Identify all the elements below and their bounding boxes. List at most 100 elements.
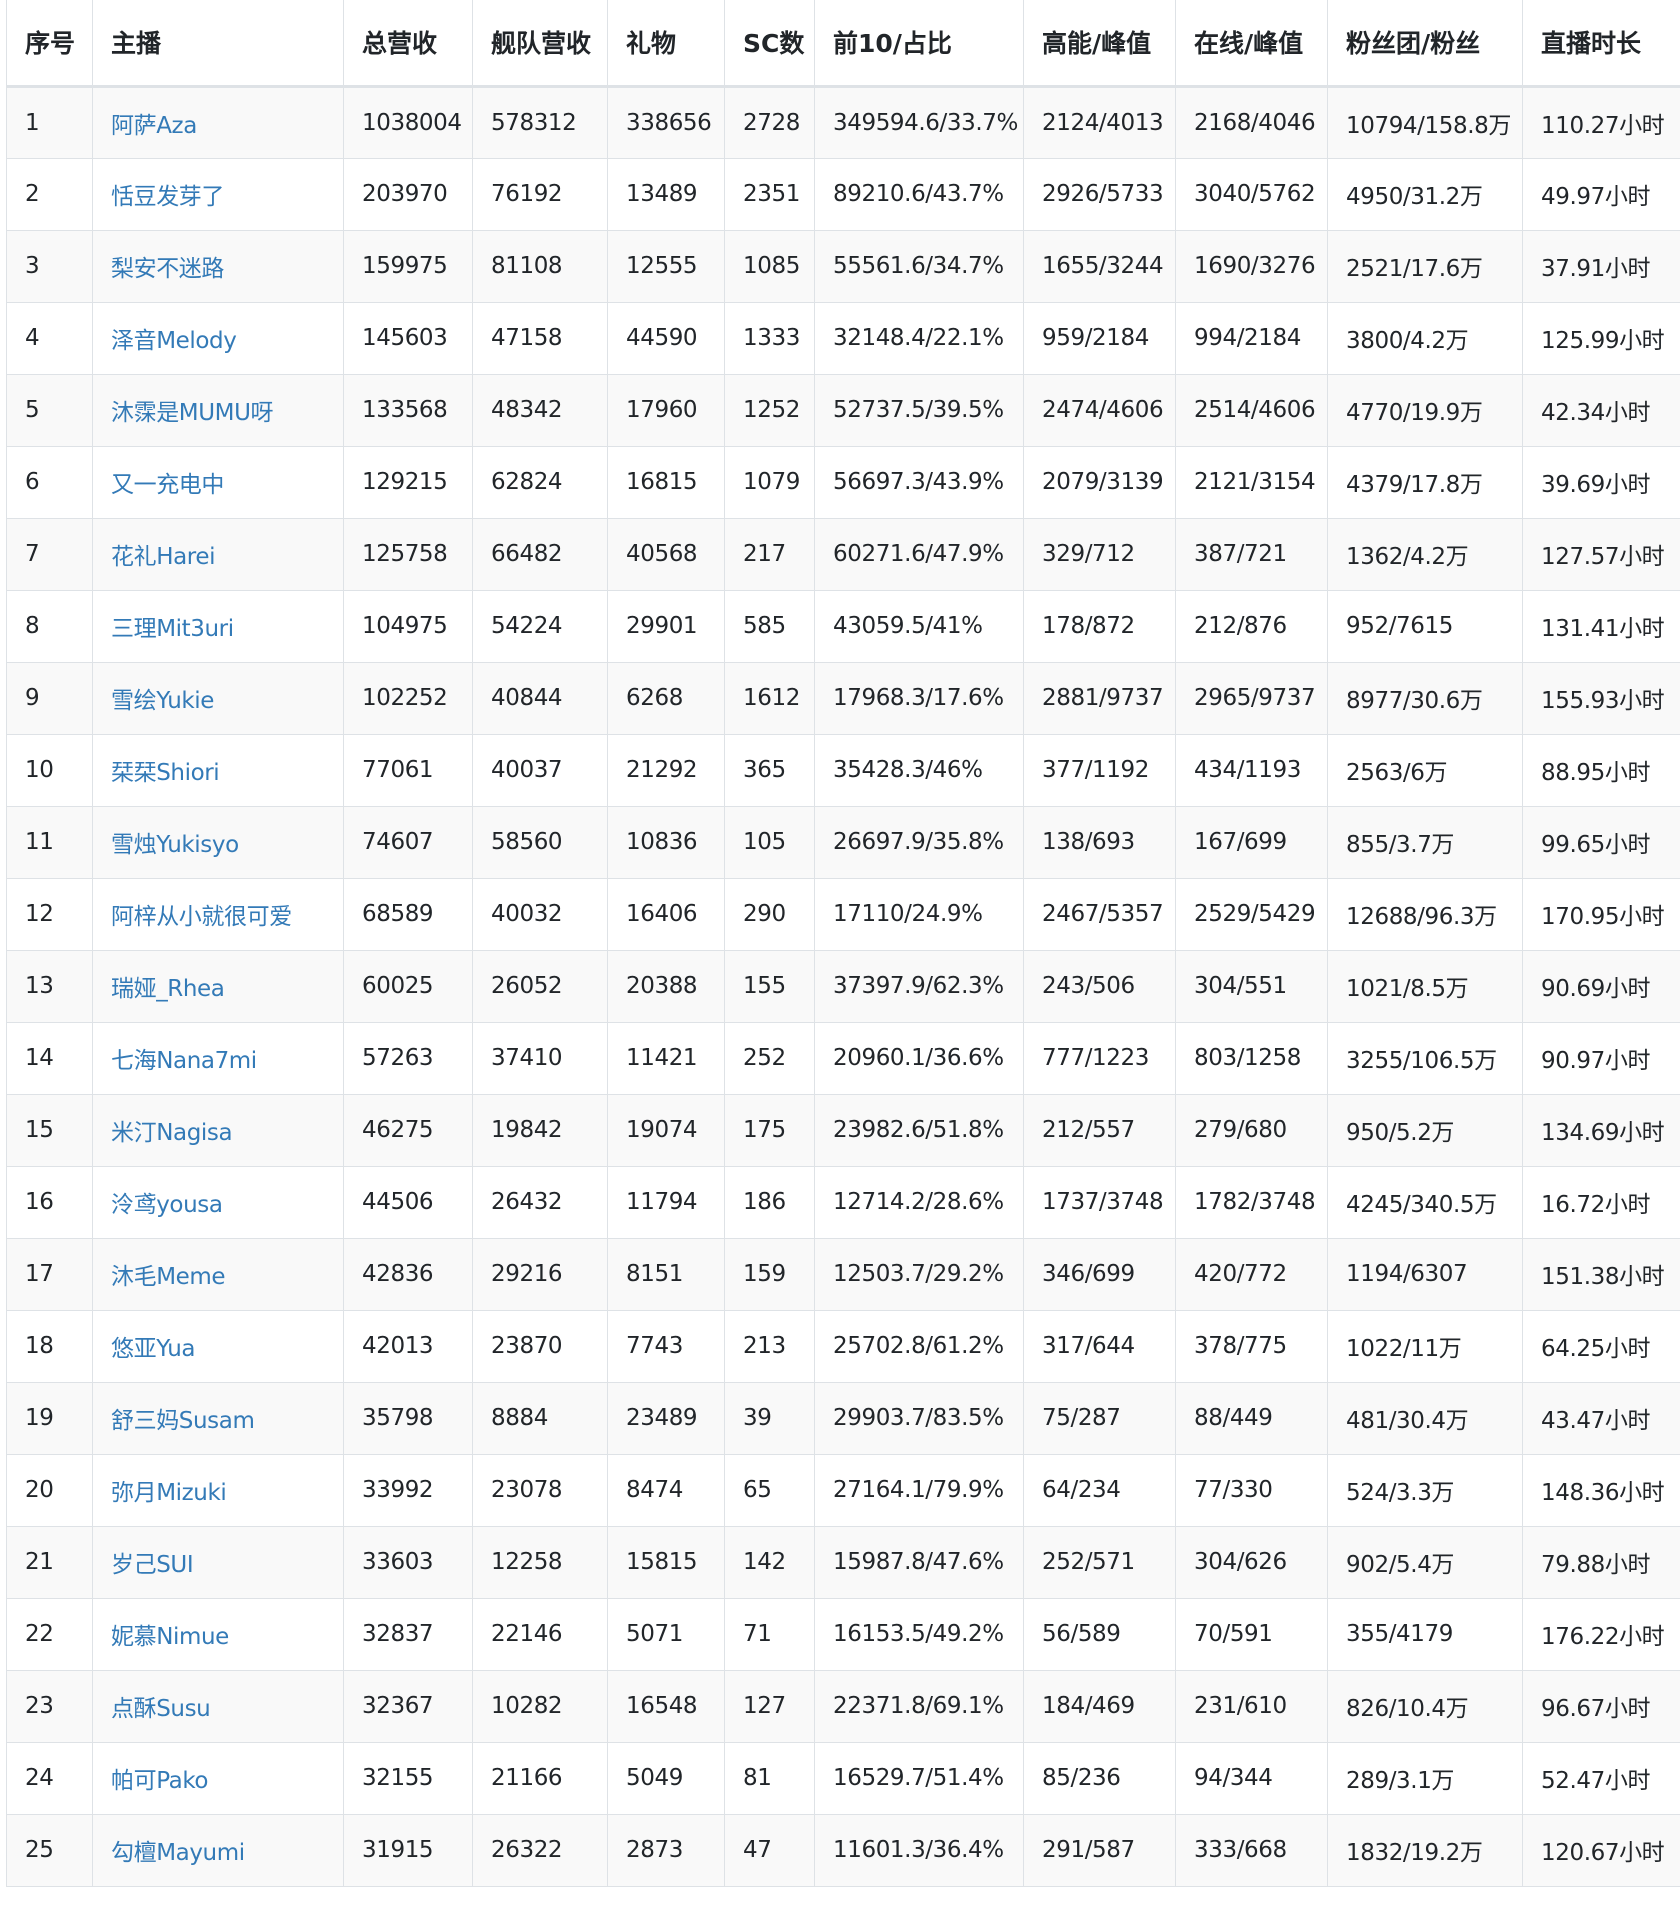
fleet-revenue-cell: 21166: [472, 1742, 608, 1815]
total-revenue-cell: 145603: [343, 302, 473, 375]
energy-peak-cell: 777/1223: [1023, 1022, 1176, 1095]
fleet-revenue-cell: 19842: [472, 1094, 608, 1167]
streamer-name-link[interactable]: 岁己SUI: [111, 1552, 194, 1578]
streamer-name-link[interactable]: 妮慕Nimue: [111, 1624, 229, 1650]
streamer-name-link[interactable]: 悠亚Yua: [111, 1336, 195, 1362]
streamer-name-link[interactable]: 点酥Susu: [111, 1696, 211, 1722]
table-body: 1 阿萨Aza 1038004 578312 338656 2728 349594.6/33…: [6, 86, 1680, 1887]
gifts-cell: 13489: [607, 158, 725, 231]
top10-ratio-cell: 89210.6/43.7%: [814, 158, 1024, 231]
streamer-cell: 雪烛Yukisyo: [92, 806, 344, 879]
total-revenue-cell: 159975: [343, 230, 473, 303]
streamer-name-link[interactable]: 雪烛Yukisyo: [111, 832, 239, 858]
streamer-name-link[interactable]: 弥月Mizuki: [111, 1480, 227, 1506]
total-revenue-cell: 57263: [343, 1022, 473, 1095]
energy-peak-cell: 317/644: [1023, 1310, 1176, 1383]
streamer-name-link[interactable]: 阿萨Aza: [111, 113, 197, 139]
streamer-name-link[interactable]: 米汀Nagisa: [111, 1120, 233, 1146]
column-header-streamer: 主播: [92, 0, 344, 88]
streamer-name-link[interactable]: 花礼Harei: [111, 544, 215, 570]
streamer-name-link[interactable]: 栞栞Shiori: [111, 760, 220, 786]
streamer-name-link[interactable]: 泽音Melody: [111, 328, 237, 354]
fleet-revenue-cell: 66482: [472, 518, 608, 591]
streamer-cell: 恬豆发芽了: [92, 158, 344, 231]
total-revenue-cell: 68589: [343, 878, 473, 951]
fleet-revenue-cell: 76192: [472, 158, 608, 231]
gifts-cell: 6268: [607, 662, 725, 735]
streamer-name-link[interactable]: 七海Nana7mi: [111, 1048, 257, 1074]
energy-peak-cell: 346/699: [1023, 1238, 1176, 1311]
sc-count-cell: 213: [724, 1310, 815, 1383]
live-duration-cell: 99.65小时: [1522, 806, 1680, 879]
fans-club-cell: 950/5.2万: [1327, 1094, 1523, 1167]
streamer-cell: 三理Mit3uri: [92, 590, 344, 663]
energy-peak-cell: 1737/3748: [1023, 1166, 1176, 1239]
streamer-name-link[interactable]: 沐毛Meme: [111, 1264, 226, 1290]
streamer-name-link[interactable]: 舒三妈Susam: [111, 1408, 255, 1434]
total-revenue-cell: 102252: [343, 662, 473, 735]
energy-peak-cell: 2467/5357: [1023, 878, 1176, 951]
top10-ratio-cell: 43059.5/41%: [814, 590, 1024, 663]
live-duration-cell: 120.67小时: [1522, 1814, 1680, 1887]
fans-club-cell: 289/3.1万: [1327, 1742, 1523, 1815]
sc-count-cell: 290: [724, 878, 815, 951]
live-duration-cell: 42.34小时: [1522, 374, 1680, 447]
streamer-cell: 弥月Mizuki: [92, 1454, 344, 1527]
top10-ratio-cell: 29903.7/83.5%: [814, 1382, 1024, 1455]
top10-ratio-cell: 16153.5/49.2%: [814, 1598, 1024, 1671]
fans-club-cell: 1021/8.5万: [1327, 950, 1523, 1023]
total-revenue-cell: 129215: [343, 446, 473, 519]
live-duration-cell: 37.91小时: [1522, 230, 1680, 303]
streamer-cell: 泽音Melody: [92, 302, 344, 375]
fans-club-cell: 4245/340.5万: [1327, 1166, 1523, 1239]
top10-ratio-cell: 20960.1/36.6%: [814, 1022, 1024, 1095]
streamer-name-link[interactable]: 雪绘Yukie: [111, 688, 214, 714]
column-header-fleet-revenue: 舰队营收: [472, 0, 608, 88]
live-duration-cell: 52.47小时: [1522, 1742, 1680, 1815]
energy-peak-cell: 64/234: [1023, 1454, 1176, 1527]
streamer-name-link[interactable]: 梨安不迷路: [111, 256, 224, 282]
fans-club-cell: 1194/6307: [1327, 1238, 1523, 1311]
streamer-name-link[interactable]: 沐霂是MUMU呀: [111, 400, 274, 426]
gifts-cell: 19074: [607, 1094, 725, 1167]
fans-club-cell: 2521/17.6万: [1327, 230, 1523, 303]
streamer-name-link[interactable]: 三理Mit3uri: [111, 616, 234, 642]
total-revenue-cell: 74607: [343, 806, 473, 879]
column-header-index: 序号: [6, 0, 93, 88]
streamer-name-link[interactable]: 恬豆发芽了: [111, 184, 224, 210]
fleet-revenue-cell: 47158: [472, 302, 608, 375]
energy-peak-cell: 2474/4606: [1023, 374, 1176, 447]
energy-peak-cell: 75/287: [1023, 1382, 1176, 1455]
streamer-name-link[interactable]: 瑞娅_Rhea: [111, 976, 225, 1002]
fleet-revenue-cell: 578312: [472, 86, 608, 159]
streamer-name-link[interactable]: 帕可Pako: [111, 1768, 209, 1794]
streamer-name-link[interactable]: 阿梓从小就很可爱: [111, 904, 292, 930]
sc-count-cell: 252: [724, 1022, 815, 1095]
gifts-cell: 12555: [607, 230, 725, 303]
online-peak-cell: 231/610: [1175, 1670, 1328, 1743]
energy-peak-cell: 329/712: [1023, 518, 1176, 591]
fans-club-cell: 12688/96.3万: [1327, 878, 1523, 951]
streamer-name-link[interactable]: 泠鸢yousa: [111, 1192, 223, 1218]
streamer-cell: 花礼Harei: [92, 518, 344, 591]
rank-cell: 23: [6, 1670, 93, 1743]
rank-cell: 1: [6, 86, 93, 159]
sc-count-cell: 71: [724, 1598, 815, 1671]
live-duration-cell: 90.97小时: [1522, 1022, 1680, 1095]
online-peak-cell: 88/449: [1175, 1382, 1328, 1455]
rank-cell: 7: [6, 518, 93, 591]
rank-cell: 12: [6, 878, 93, 951]
sc-count-cell: 65: [724, 1454, 815, 1527]
column-header-fans-club: 粉丝团/粉丝: [1327, 0, 1523, 88]
table-row: 2 恬豆发芽了 203970 76192 13489 2351 89210.6/43.7% 2…: [6, 158, 1680, 231]
energy-peak-cell: 2079/3139: [1023, 446, 1176, 519]
fleet-revenue-cell: 12258: [472, 1526, 608, 1599]
total-revenue-cell: 33992: [343, 1454, 473, 1527]
streamer-name-link[interactable]: 又一充电中: [111, 472, 224, 498]
streamer-name-link[interactable]: 勾檀Mayumi: [111, 1840, 245, 1866]
fans-club-cell: 3255/106.5万: [1327, 1022, 1523, 1095]
fans-club-cell: 855/3.7万: [1327, 806, 1523, 879]
table-row: 15 米汀Nagisa 46275 19842 19074 175 23982.6/51.8…: [6, 1094, 1680, 1167]
energy-peak-cell: 243/506: [1023, 950, 1176, 1023]
live-duration-cell: 155.93小时: [1522, 662, 1680, 735]
